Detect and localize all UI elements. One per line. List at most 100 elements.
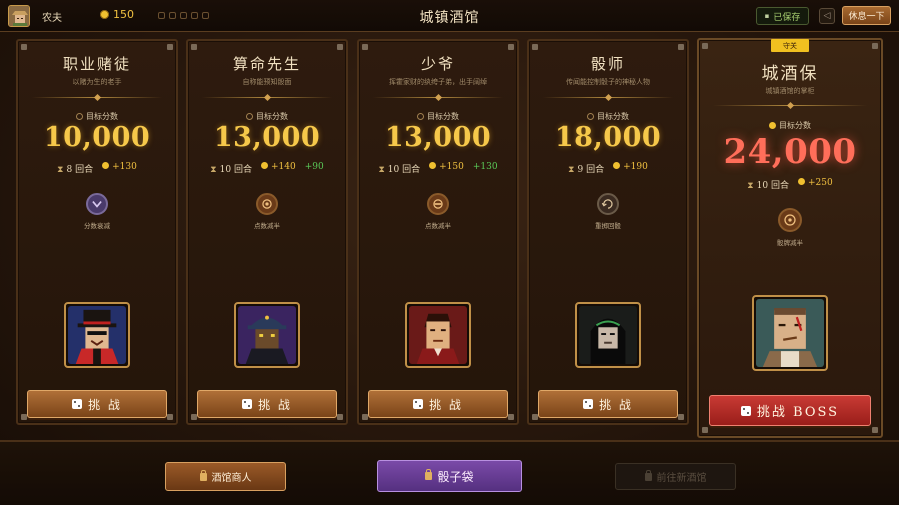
corner-bolt — [702, 43, 708, 49]
reroll-icon[interactable] — [597, 193, 619, 215]
bag-icon — [425, 469, 433, 480]
saved-status-button[interactable]: ▪ 已保存 — [756, 7, 809, 25]
coin-reward-stat: +130 — [102, 162, 137, 175]
divider — [373, 97, 503, 98]
challenge-button[interactable]: 挑 战 — [197, 390, 337, 418]
lock-icon — [644, 469, 652, 481]
bonus-stat: +90 — [304, 162, 324, 172]
coin-reward-value: +150 — [439, 162, 464, 172]
coin-reward-stat: +190 — [613, 162, 648, 175]
corner-bolt — [508, 44, 514, 50]
opponent-portrait — [575, 302, 641, 368]
corner-bolt — [678, 44, 684, 50]
corner-bolt — [191, 44, 197, 50]
target-label-text: 目标分数 — [597, 112, 629, 121]
challenge-boss-button[interactable]: 挑战 BOSS — [709, 395, 871, 426]
corner-bolt — [167, 44, 173, 50]
rounds-stat: ⧗ 8 回合 — [57, 162, 93, 175]
bag-icon — [199, 469, 207, 481]
target-label-text: 目标分数 — [256, 112, 288, 121]
corner-bolt — [362, 44, 368, 50]
hourglass-icon: ⧗ — [210, 165, 217, 175]
bonus-stat: +130 — [472, 162, 498, 172]
coin-reward-value: +190 — [623, 162, 648, 172]
opponent-description: 自称能预知骰面 — [242, 78, 292, 86]
bottom-bar: 酒馆商人 骰子袋 前往新酒馆 — [0, 440, 899, 505]
tavern-merchant-button[interactable]: 酒馆商人 — [165, 462, 286, 491]
coin-counter: 150 — [100, 8, 134, 21]
challenge-label: 挑 战 — [88, 397, 122, 412]
ability-name: 骰牌减半 — [777, 239, 803, 247]
rounds-stat: ⧗ 9 回合 — [568, 162, 604, 175]
target-score: 18,000 — [554, 122, 662, 153]
coin-icon — [260, 162, 268, 169]
opponent-portrait — [234, 302, 300, 368]
reward-stats: ⧗ 10 回合 +150 +130 — [359, 162, 517, 175]
challenge-boss-label: 挑战 BOSS — [756, 405, 840, 420]
dice-master-portrait-icon — [579, 306, 637, 364]
opponent-description: 传闻能控制骰子的神秘人物 — [566, 78, 650, 86]
coin-reward-stat: +150 — [429, 162, 464, 175]
target-score-label: 目标分数 — [18, 111, 176, 122]
sound-toggle-button[interactable]: ◁ — [819, 8, 835, 24]
target-icon — [417, 113, 424, 120]
corner-bolt — [21, 44, 27, 50]
corner-bolt — [337, 44, 343, 50]
challenge-button[interactable]: 挑 战 — [538, 390, 678, 418]
challenge-button[interactable]: 挑 战 — [27, 390, 167, 418]
opponent-description: 以赌为生的老手 — [72, 78, 122, 86]
fortune-teller-portrait-icon — [238, 306, 296, 364]
divider — [543, 97, 673, 98]
opponent-portrait — [405, 302, 471, 368]
dice-bag-button[interactable]: 骰子袋 — [377, 460, 522, 492]
dice-icon — [242, 399, 253, 409]
opponent-card-fortune-teller: 算命先生 自称能预知骰面 目标分数 13,000 ⧗ 10 回合 +140 +90… — [186, 39, 348, 425]
rounds-value: 10 回合 — [219, 165, 252, 175]
coin-icon — [613, 162, 621, 169]
challenge-label: 挑 战 — [258, 397, 292, 412]
merchant-label: 酒馆商人 — [211, 473, 252, 484]
dice-icon — [413, 399, 424, 409]
corner-bolt — [532, 44, 538, 50]
opponent-name: 少爷 — [420, 55, 455, 73]
new-tavern-label: 前往新酒馆 — [656, 473, 707, 484]
opponent-name: 骰师 — [590, 55, 625, 73]
dicebag-label: 骰子袋 — [437, 469, 474, 484]
rounds-stat: ⧗ 10 回合 — [210, 162, 252, 175]
coin-icon — [102, 162, 110, 169]
challenge-label: 挑 战 — [599, 397, 633, 412]
top-bar: 农夫 150 城镇酒馆 ▪ 已保存 ◁ 休息一下 — [0, 0, 899, 32]
target-score: 13,000 — [213, 122, 321, 153]
ability-name: 点数减半 — [254, 222, 280, 230]
dice-icon — [740, 405, 751, 416]
hourglass-icon: ⧗ — [57, 165, 64, 175]
opponent-card-young-master: 少爷 挥霍家财的纨绔子弟，出手阔绰 目标分数 13,000 ⧗ 10 回合 +15… — [357, 39, 519, 425]
target-label-text: 目标分数 — [427, 112, 459, 121]
target-score-label: 目标分数 — [359, 111, 517, 122]
purple-swirl-icon[interactable] — [86, 193, 108, 215]
coin-icon — [797, 178, 805, 185]
player-avatar[interactable] — [8, 5, 30, 27]
corner-bolt — [508, 414, 514, 420]
divider — [713, 105, 867, 106]
coin-icon — [100, 10, 109, 19]
hourglass-icon: ⧗ — [568, 165, 575, 175]
minus-circle-icon[interactable] — [427, 193, 449, 215]
rounds-stat: ⧗ 10 回合 — [747, 178, 789, 191]
eye-icon[interactable] — [256, 193, 278, 215]
corner-bolt — [872, 427, 878, 433]
reward-stats: ⧗ 10 回合 +250 — [699, 178, 881, 191]
divider — [202, 97, 332, 98]
new-tavern-button[interactable]: 前往新酒馆 — [615, 463, 736, 490]
challenge-button[interactable]: 挑 战 — [368, 390, 508, 418]
progress-slot — [202, 12, 209, 19]
rest-button[interactable]: 休息一下 — [842, 6, 891, 25]
target-icon — [587, 113, 594, 120]
target-icon[interactable] — [778, 208, 802, 232]
progress-slot — [169, 12, 176, 19]
saved-label: 已保存 — [773, 12, 801, 23]
target-score-label: 目标分数 — [529, 111, 687, 122]
target-label-text: 目标分数 — [86, 112, 118, 121]
opponent-card-dice-master: 骰师 传闻能控制骰子的神秘人物 目标分数 18,000 ⧗ 9 回合 +190 重… — [527, 39, 689, 425]
dice-icon — [72, 399, 83, 409]
